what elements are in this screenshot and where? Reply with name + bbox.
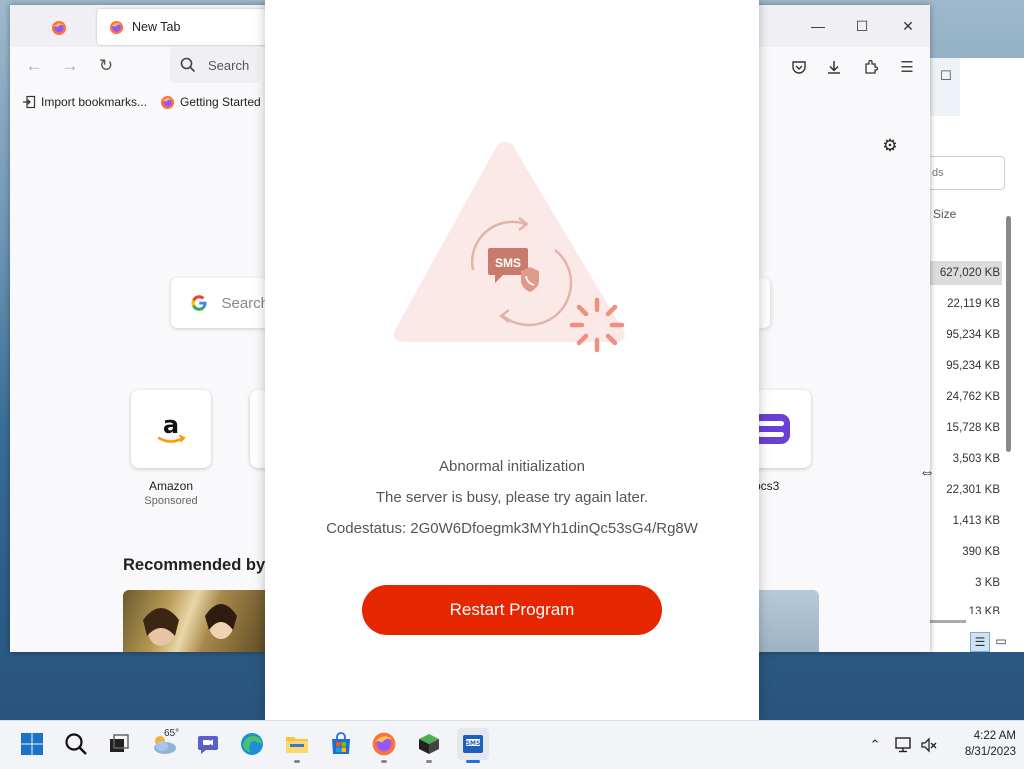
recommended-card-image[interactable] bbox=[123, 590, 268, 652]
firefox-icon bbox=[109, 20, 124, 34]
clock-date: 8/31/2023 bbox=[964, 746, 1016, 758]
running-indicator bbox=[426, 760, 432, 763]
pinned-tab[interactable] bbox=[24, 11, 94, 45]
system-clock[interactable]: 4:22 AM 8/31/2023 bbox=[944, 728, 1016, 760]
tiles-view-icon[interactable]: ▭ bbox=[992, 632, 1010, 650]
url-bar-placeholder: Search bbox=[208, 57, 250, 73]
file-row-size[interactable]: 1,413 KB bbox=[930, 509, 1002, 533]
dialog-message: The server is busy, please try again lat… bbox=[375, 489, 649, 506]
file-row-size[interactable]: 24,762 KB bbox=[930, 385, 1002, 409]
file-row-size[interactable]: 22,119 KB bbox=[930, 292, 1002, 316]
url-bar[interactable]: Search bbox=[170, 47, 260, 83]
shortcut-label: Amazon bbox=[148, 479, 194, 493]
file-row-size[interactable]: 22,301 KB bbox=[930, 478, 1002, 502]
search-icon[interactable] bbox=[60, 728, 92, 760]
weather-temperature: 65° bbox=[164, 728, 180, 739]
tab-new-tab[interactable]: New Tab bbox=[97, 9, 267, 45]
sms-app-icon[interactable]: SMS bbox=[457, 728, 489, 760]
close-icon[interactable]: ✕ bbox=[888, 13, 928, 39]
start-icon[interactable] bbox=[16, 728, 48, 760]
amazon-logo-icon: a bbox=[157, 411, 186, 443]
downloads-icon[interactable] bbox=[822, 55, 846, 79]
edge-icon[interactable] bbox=[236, 728, 268, 760]
forward-icon[interactable]: → bbox=[56, 52, 84, 80]
file-row-size[interactable]: 390 KB bbox=[930, 540, 1002, 564]
explorer-search-input[interactable]: ds bbox=[930, 156, 1005, 190]
active-indicator bbox=[466, 760, 480, 763]
chevron-up-icon[interactable]: ⌃ bbox=[866, 734, 884, 756]
restart-program-button[interactable]: Restart Program bbox=[362, 585, 662, 635]
file-row-size[interactable]: 3 KB bbox=[930, 571, 1002, 595]
file-row-size[interactable]: 13 KB bbox=[930, 602, 1002, 614]
running-indicator bbox=[294, 760, 300, 763]
explorer-maximize-icon[interactable]: ☐ bbox=[936, 66, 956, 86]
gear-icon[interactable]: ⚙ bbox=[878, 134, 902, 158]
resize-cursor-icon: ⇔ bbox=[919, 464, 935, 481]
bookmark-import[interactable]: Import bookmarks... bbox=[22, 91, 147, 113]
file-explorer-icon[interactable] bbox=[281, 728, 313, 760]
network-icon[interactable] bbox=[892, 734, 914, 756]
search-icon bbox=[180, 57, 196, 73]
app-cube-icon[interactable] bbox=[413, 728, 445, 760]
firefox-icon[interactable] bbox=[368, 728, 400, 760]
file-row-size[interactable]: 15,728 KB bbox=[930, 416, 1002, 440]
bookmark-getting-started[interactable]: Getting Started bbox=[160, 91, 261, 113]
explorer-hscrollbar[interactable] bbox=[930, 620, 966, 623]
file-row-size[interactable]: 95,234 KB bbox=[930, 354, 1002, 378]
teams-chat-icon[interactable] bbox=[192, 728, 224, 760]
back-icon[interactable]: ← bbox=[20, 52, 48, 80]
menu-icon[interactable]: ☰ bbox=[895, 55, 919, 79]
bookmark-label: Getting Started bbox=[180, 95, 261, 109]
google-search-input[interactable]: Search bbox=[171, 278, 269, 328]
firefox-icon bbox=[52, 21, 66, 35]
file-row-size[interactable]: 3,503 KB bbox=[930, 447, 1002, 471]
reload-icon[interactable]: ↻ bbox=[92, 52, 120, 80]
import-icon bbox=[23, 95, 36, 109]
explorer-scrollbar[interactable] bbox=[1006, 216, 1011, 452]
google-search-input-end[interactable] bbox=[758, 278, 770, 328]
svg-text:a: a bbox=[163, 411, 179, 439]
recommended-heading: Recommended by bbox=[123, 556, 266, 574]
file-row-size[interactable]: 627,020 KB bbox=[930, 261, 1002, 285]
firefox-icon bbox=[160, 95, 175, 109]
task-view-icon[interactable] bbox=[103, 728, 135, 760]
extensions-icon[interactable] bbox=[859, 55, 883, 79]
google-icon bbox=[191, 295, 207, 311]
tab-title: New Tab bbox=[132, 20, 181, 34]
warning-illustration: SMS bbox=[394, 142, 625, 353]
svg-text:SMS: SMS bbox=[466, 740, 481, 747]
recommended-card-image[interactable] bbox=[757, 590, 819, 652]
volume-muted-icon[interactable] bbox=[918, 734, 940, 756]
pocket-icon[interactable] bbox=[787, 55, 811, 79]
file-row-size[interactable]: 95,234 KB bbox=[930, 323, 1002, 347]
minimize-icon[interactable]: — bbox=[798, 13, 838, 39]
sms-badge-text: SMS bbox=[495, 256, 521, 270]
shortcut-sponsored-label: Sponsored bbox=[144, 495, 198, 507]
google-search-placeholder: Search bbox=[221, 294, 269, 312]
dialog-codestatus: Codestatus: 2G0W6Dfoegmk3MYh1dinQc53sG4/… bbox=[326, 520, 698, 537]
bookmark-label: Import bookmarks... bbox=[41, 95, 148, 109]
error-dialog: SMS Abnormal initialization The server i… bbox=[265, 0, 759, 720]
clock-time: 4:22 AM bbox=[973, 730, 1016, 742]
running-indicator bbox=[381, 760, 387, 763]
store-icon[interactable] bbox=[325, 728, 357, 760]
column-header-size[interactable]: Size bbox=[933, 207, 956, 221]
maximize-icon[interactable]: ☐ bbox=[842, 13, 882, 39]
shortcut-tile-amazon[interactable]: a bbox=[131, 390, 211, 468]
dialog-title: Abnormal initialization bbox=[439, 458, 585, 475]
details-view-icon[interactable]: ☰ bbox=[970, 632, 990, 652]
